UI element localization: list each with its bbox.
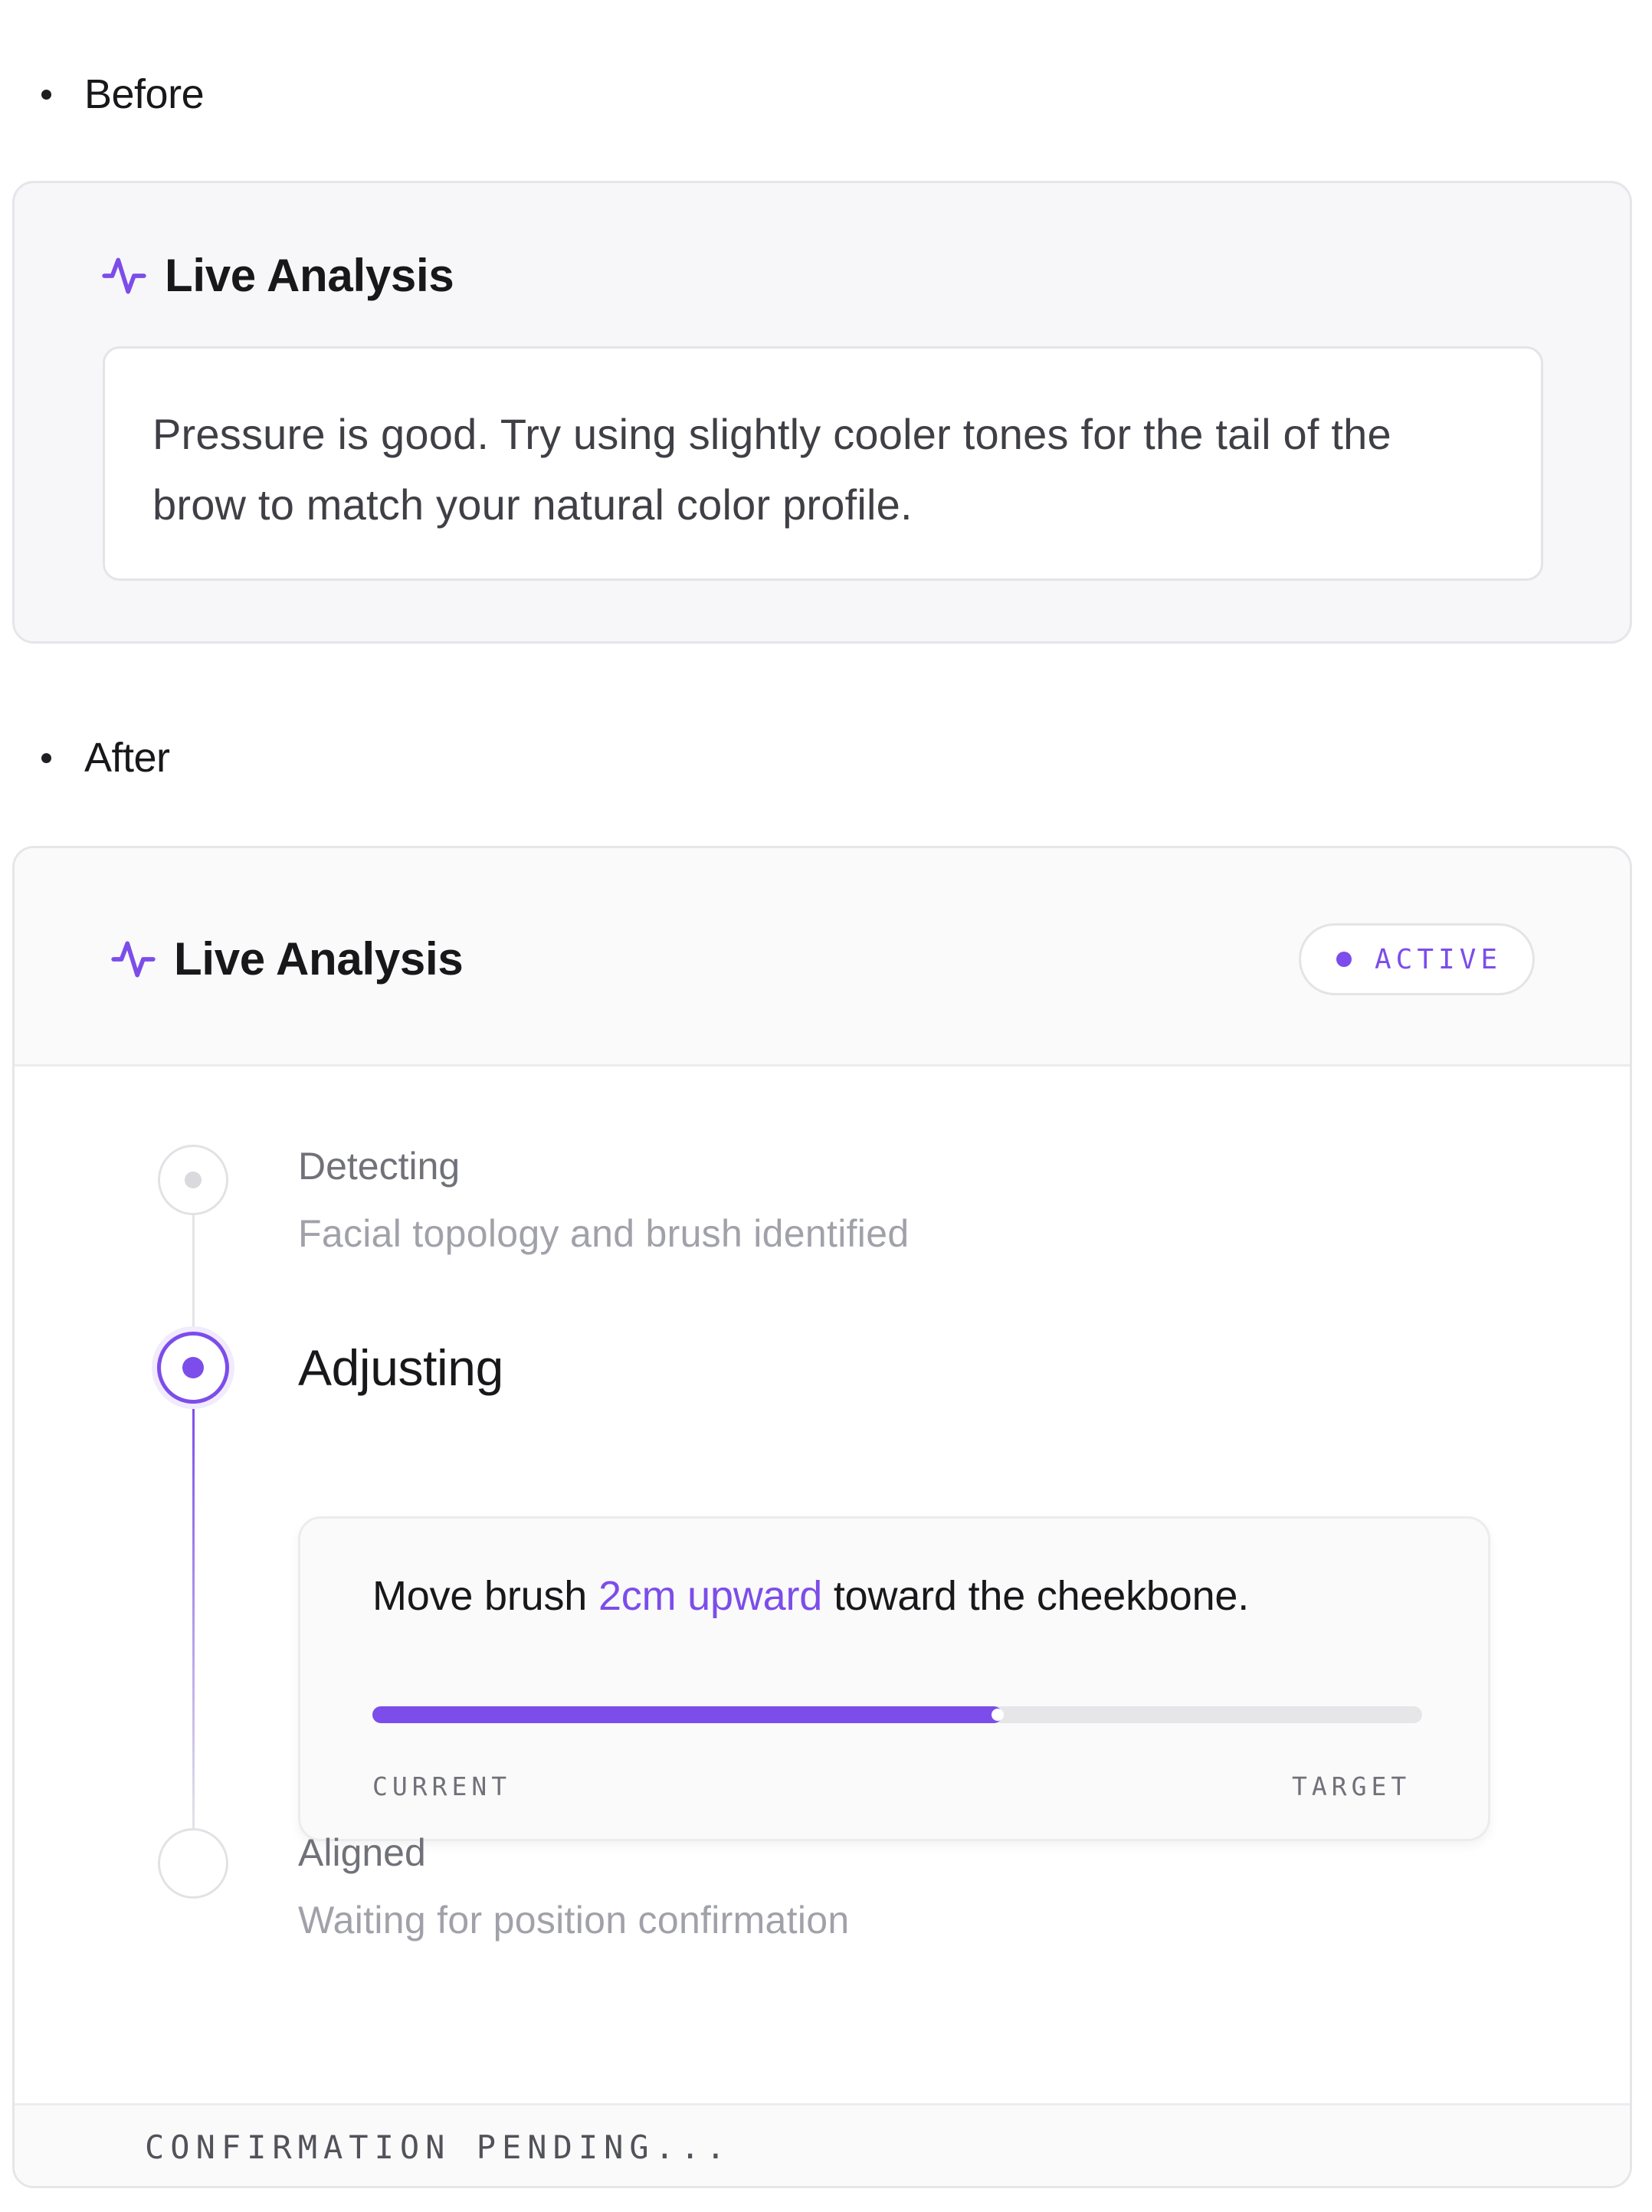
progress-fill bbox=[372, 1706, 1002, 1723]
instruction-text: Move brush 2cm upward toward the cheekbo… bbox=[372, 1573, 1250, 1619]
card-title-row: Live Analysis bbox=[110, 932, 464, 985]
bullet-dot bbox=[41, 89, 51, 100]
pulse-icon bbox=[102, 257, 146, 294]
status-text: ACTIVE bbox=[1375, 943, 1503, 975]
pulse-icon bbox=[111, 940, 156, 978]
confirmation-status: CONFIRMATION PENDING... bbox=[145, 2128, 732, 2166]
step-indicator-done bbox=[158, 1145, 228, 1215]
progress-thumb bbox=[992, 1709, 1004, 1721]
timeline-connector bbox=[192, 1215, 195, 1332]
analysis-message: Pressure is good. Try using slightly coo… bbox=[152, 410, 1391, 529]
status-badge: ACTIVE bbox=[1299, 923, 1535, 995]
before-live-analysis-card: Live Analysis Pressure is good. Try usin… bbox=[12, 181, 1632, 644]
progress-label-current: CURRENT bbox=[372, 1771, 512, 1801]
card-header: Live Analysis ACTIVE bbox=[15, 848, 1630, 1067]
after-bullet: After bbox=[41, 734, 170, 782]
card-header: Live Analysis bbox=[100, 249, 454, 302]
instruction-card: Move brush 2cm upward toward the cheekbo… bbox=[298, 1516, 1490, 1841]
card-footer: CONFIRMATION PENDING... bbox=[15, 2103, 1630, 2186]
before-label: Before bbox=[84, 71, 205, 117]
card-title: Live Analysis bbox=[165, 250, 454, 301]
step-title-detecting: Detecting bbox=[298, 1145, 461, 1188]
progress-bar bbox=[372, 1706, 1422, 1723]
bullet-dot bbox=[41, 752, 51, 763]
analysis-message-box: Pressure is good. Try using slightly coo… bbox=[103, 346, 1543, 581]
status-dot bbox=[1336, 952, 1352, 967]
before-bullet: Before bbox=[41, 70, 205, 118]
step-indicator-pending bbox=[158, 1828, 228, 1899]
step-description-aligned: Waiting for position confirmation bbox=[298, 1899, 850, 1942]
after-label: After bbox=[84, 735, 170, 781]
progress-label-target: TARGET bbox=[1292, 1771, 1411, 1801]
step-title-adjusting: Adjusting bbox=[298, 1339, 503, 1396]
step-title-aligned: Aligned bbox=[298, 1831, 426, 1874]
card-title: Live Analysis bbox=[174, 933, 464, 985]
step-description-detecting: Facial topology and brush identified bbox=[298, 1212, 910, 1255]
instruction-highlight: 2cm upward bbox=[598, 1573, 823, 1619]
step-indicator-active bbox=[157, 1332, 229, 1404]
progress-timeline: Detecting Facial topology and brush iden… bbox=[15, 1069, 1630, 2103]
timeline-connector-active bbox=[192, 1404, 195, 1828]
after-live-analysis-card: Live Analysis ACTIVE Detecting Facial to… bbox=[12, 846, 1632, 2188]
